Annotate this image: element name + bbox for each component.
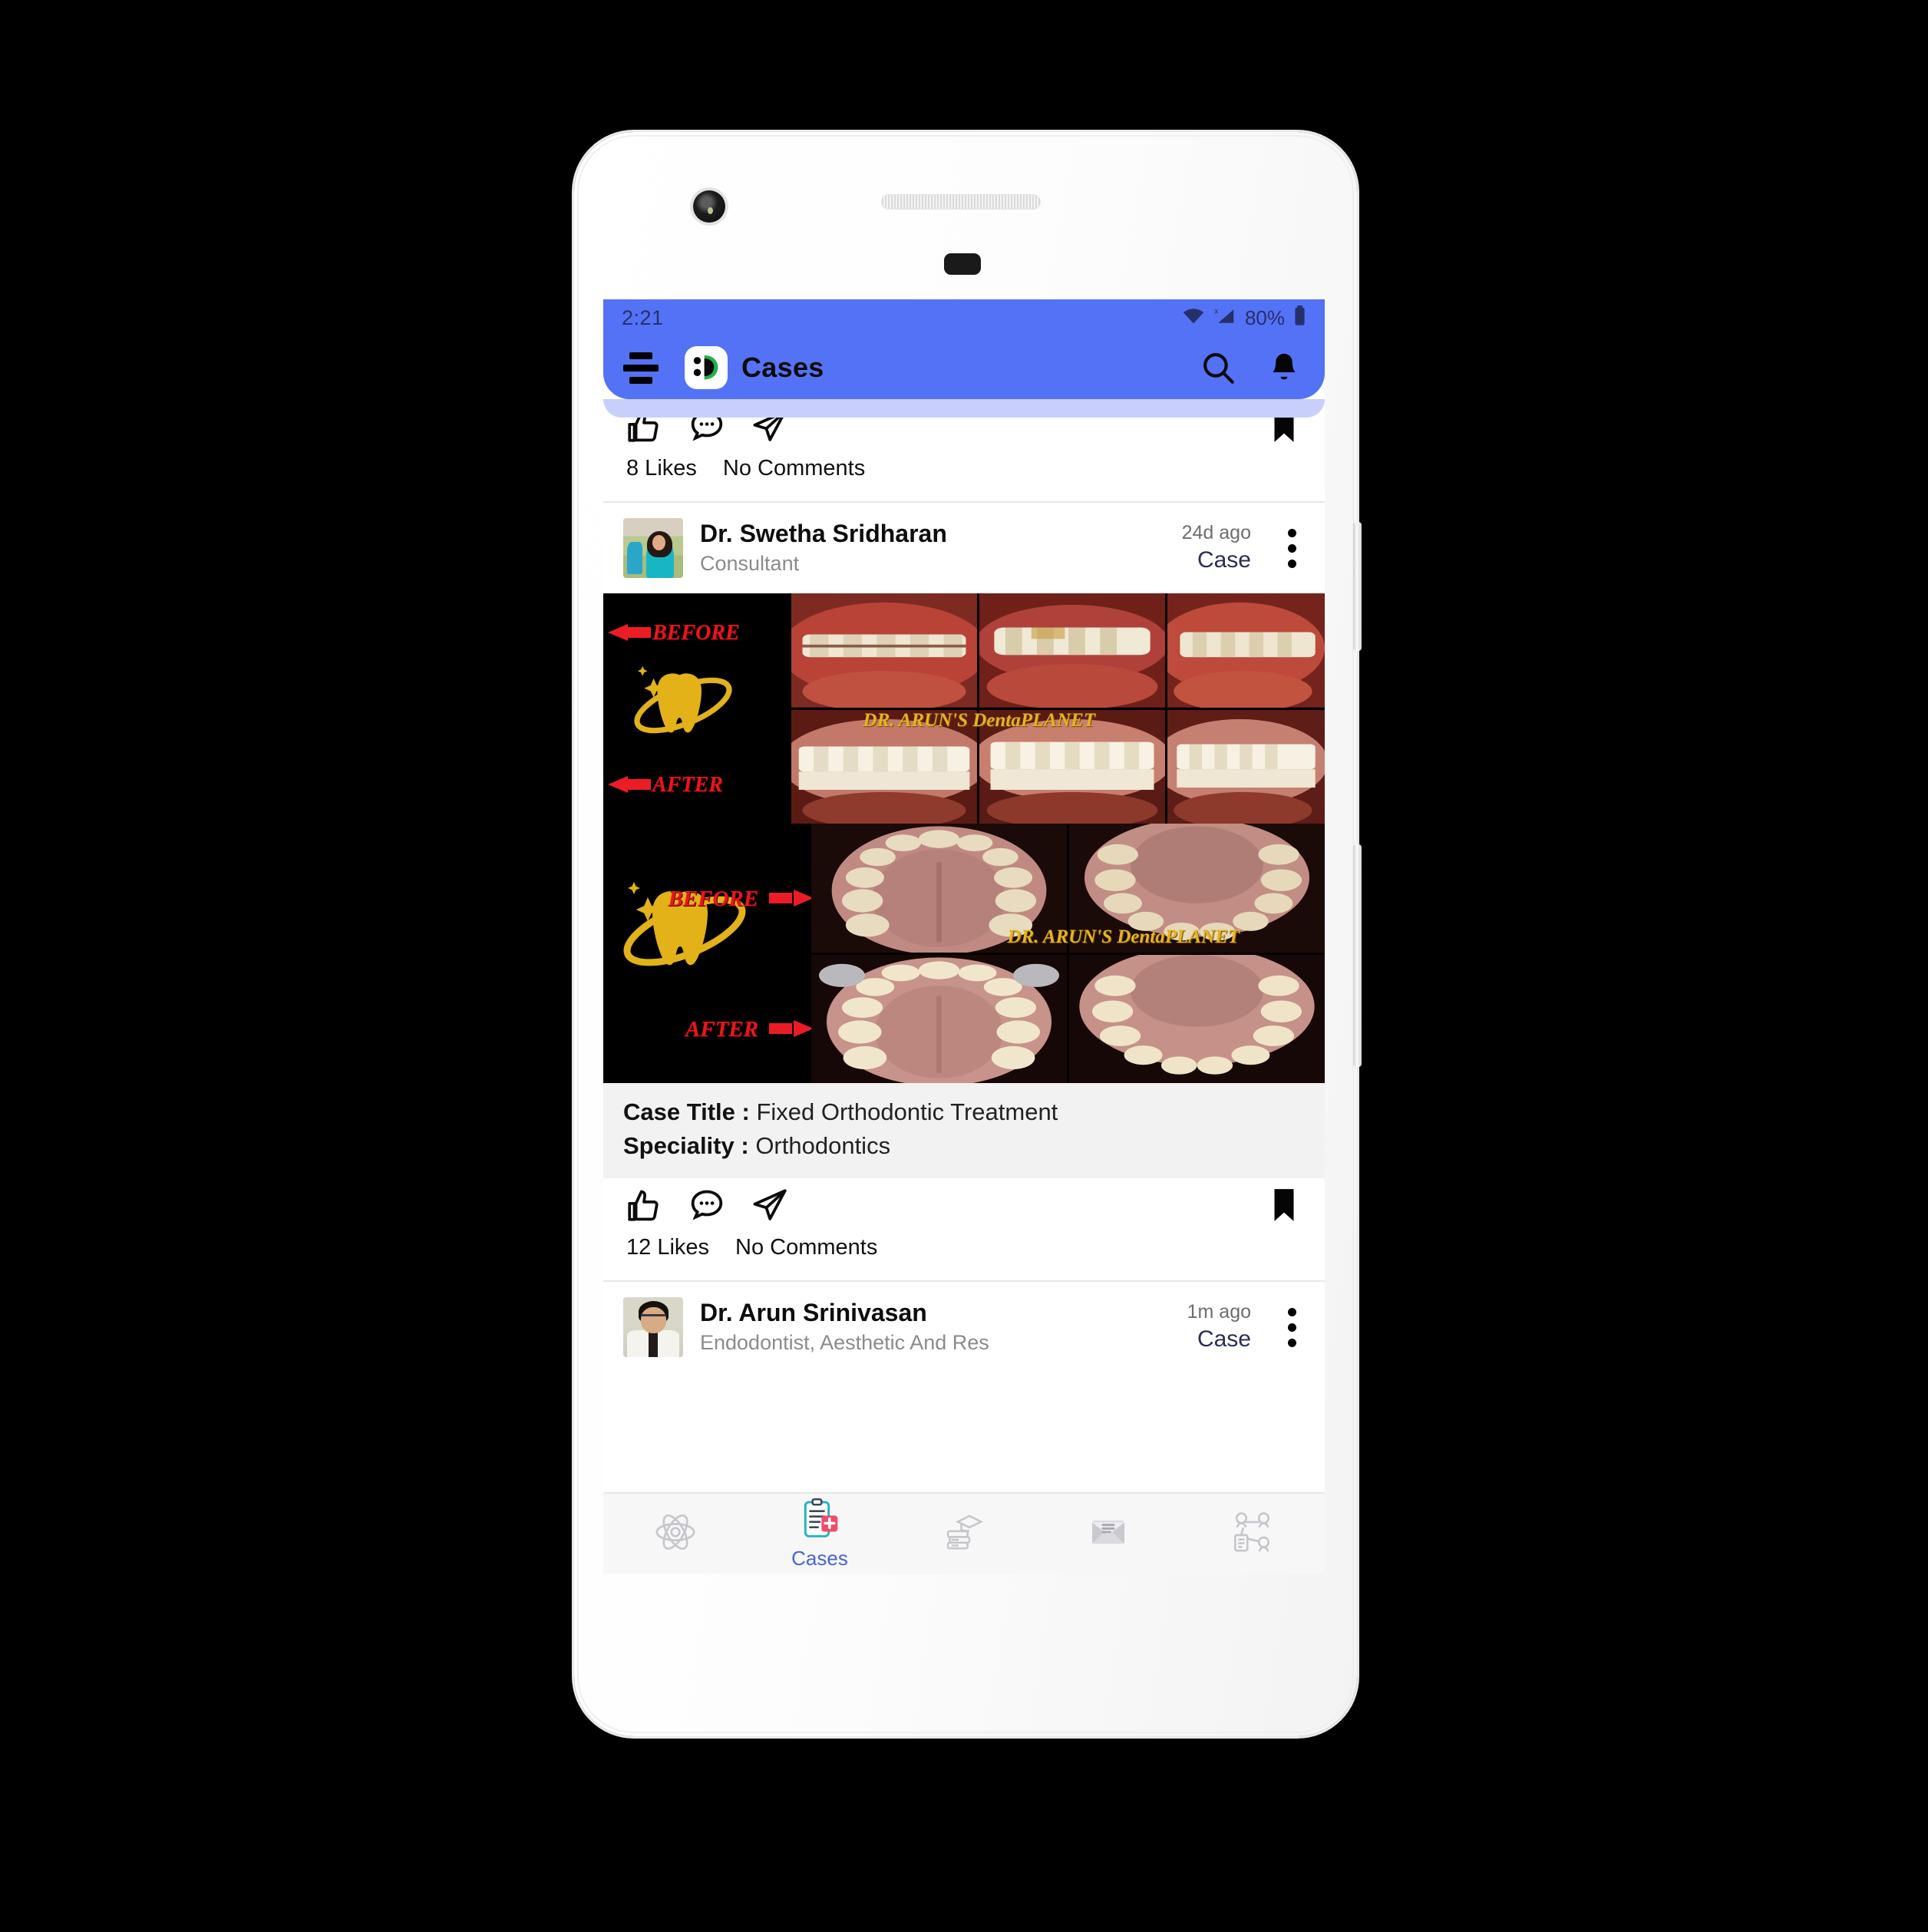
after-arrow-icon: [608, 776, 651, 793]
post-timestamp: 24d ago: [1181, 521, 1251, 543]
photo-after-center: [979, 709, 1165, 824]
paper-plane-share-icon[interactable]: [749, 1184, 791, 1226]
photo-occlusal-upper-after: [811, 954, 1067, 1083]
author-role: Endodontist, Aesthetic And Res: [700, 1331, 989, 1354]
nav-item-messages[interactable]: [1043, 1511, 1174, 1557]
search-icon[interactable]: [1197, 347, 1239, 388]
comment-bubble-icon[interactable]: [686, 1184, 728, 1226]
feed-list[interactable]: 8 Likes No Comments Dr. Swetha Sridharan…: [603, 399, 1325, 1373]
nav-item-research[interactable]: [610, 1510, 741, 1558]
before-label: BEFORE: [652, 621, 740, 645]
collage-frontal-views: BEFORE AFTER DR. ARUN'S DentaPLANET: [603, 593, 1325, 824]
before-label: BEFORE: [668, 887, 758, 911]
photo-before-center: [979, 593, 1165, 708]
avatar[interactable]: [623, 1297, 683, 1358]
collage-occlusal-views: BEFORE AFTER DR. ARUN'S DentaPLANET: [603, 824, 1325, 1083]
after-label: AFTER: [652, 773, 723, 797]
before-arrow-icon: [608, 624, 651, 641]
status-clock: 2:21: [622, 305, 664, 329]
tooth-planet-logo-cell: BEFORE AFTER: [603, 824, 814, 1083]
app-bar-shadow: [603, 399, 1325, 418]
case-speciality-label: Speciality :: [623, 1132, 749, 1160]
post-author-row[interactable]: Dr. Swetha Sridharan Consultant 24d ago …: [603, 503, 1325, 593]
nav-item-cases[interactable]: Cases: [754, 1497, 885, 1570]
author-name: Dr. Swetha Sridharan: [700, 519, 947, 547]
thumbs-up-icon[interactable]: [623, 1184, 665, 1226]
status-bar: 2:21 x 80%: [603, 299, 1325, 336]
kebab-menu-icon[interactable]: [1279, 1307, 1305, 1347]
screenshot-stage: 2:21 x 80% Cases 8 Likes No Comments Dr.…: [0, 0, 1928, 1932]
atom-icon: [653, 1510, 698, 1558]
case-speciality-value: Orthodontics: [755, 1132, 891, 1160]
earpiece-speaker: [881, 194, 1041, 210]
likes-count: 12 Likes: [626, 1235, 710, 1260]
avatar[interactable]: [623, 518, 683, 578]
post-author-row[interactable]: Dr. Arun Srinivasan Endodontist, Aesthet…: [603, 1282, 1325, 1373]
photo-occlusal-lower-after: [1069, 954, 1325, 1083]
post-card: Dr. Arun Srinivasan Endodontist, Aesthet…: [603, 1282, 1325, 1373]
power-button[interactable]: [1353, 522, 1362, 651]
tooth-planet-logo-icon: [622, 656, 744, 758]
author-role: Consultant: [700, 551, 800, 575]
proximity-sensor: [944, 253, 981, 275]
volume-button[interactable]: [1353, 844, 1362, 1067]
case-speciality-line: Speciality : Orthodontics: [623, 1129, 1305, 1163]
graduation-books-icon: [943, 1511, 985, 1557]
hamburger-menu-icon[interactable]: [623, 350, 659, 385]
clipboard-case-icon: [798, 1497, 841, 1544]
nav-item-network[interactable]: [1187, 1510, 1318, 1558]
people-network-icon: [1230, 1510, 1275, 1558]
nav-label-cases: Cases: [791, 1547, 848, 1570]
bookmark-icon[interactable]: [1263, 1184, 1305, 1226]
envelope-icon: [1087, 1511, 1130, 1557]
dentalreach-logo-icon: [685, 346, 728, 389]
before-after-label-panel: BEFORE AFTER: [603, 593, 789, 824]
photo-occlusal-lower-before: [1069, 824, 1325, 953]
author-name: Dr. Arun Srinivasan: [700, 1298, 927, 1326]
battery-icon: [1293, 305, 1306, 330]
photo-before-left: [791, 593, 977, 708]
case-title-label: Case Title :: [623, 1098, 750, 1125]
photo-occlusal-upper-before: [811, 824, 1067, 953]
after-label: AFTER: [685, 1017, 758, 1042]
post-media[interactable]: BEFORE AFTER DR. ARUN'S DentaPLANET BEFO…: [603, 593, 1325, 1083]
front-camera: [693, 190, 725, 223]
likes-count: 8 Likes: [626, 456, 697, 481]
kebab-menu-icon[interactable]: [1279, 528, 1305, 568]
post-type-badge: Case: [1197, 547, 1251, 573]
app-bar: Cases: [603, 336, 1325, 399]
nav-item-education[interactable]: [899, 1511, 1029, 1557]
wifi-icon: [1182, 306, 1205, 330]
photo-after-left: [791, 709, 977, 824]
case-details: Case Title : Fixed Orthodontic Treatment…: [603, 1083, 1325, 1179]
post-actions: 12 Likes No Comments: [603, 1178, 1325, 1281]
page-title: Cases: [741, 352, 824, 383]
case-title-line: Case Title : Fixed Orthodontic Treatment: [623, 1095, 1305, 1129]
bottom-navigation-bar: Cases: [603, 1492, 1325, 1574]
before-arrow-icon: [769, 890, 814, 907]
battery-percent: 80%: [1244, 305, 1285, 329]
svg-text:x: x: [1214, 307, 1218, 315]
cellular-signal-icon: x: [1213, 306, 1236, 330]
comments-count: No Comments: [735, 1235, 878, 1260]
after-arrow-icon: [769, 1020, 814, 1037]
post-type-badge: Case: [1197, 1326, 1251, 1352]
case-title-value: Fixed Orthodontic Treatment: [756, 1098, 1058, 1125]
photo-before-right: [1167, 593, 1325, 708]
photo-after-right: [1167, 709, 1325, 824]
post-timestamp: 1m ago: [1187, 1300, 1251, 1323]
comments-count: No Comments: [722, 456, 866, 481]
phone-screen: 2:21 x 80% Cases 8 Likes No Comments Dr.…: [603, 299, 1325, 1574]
bell-icon[interactable]: [1263, 347, 1305, 388]
post-card: Dr. Swetha Sridharan Consultant 24d ago …: [603, 503, 1325, 1281]
